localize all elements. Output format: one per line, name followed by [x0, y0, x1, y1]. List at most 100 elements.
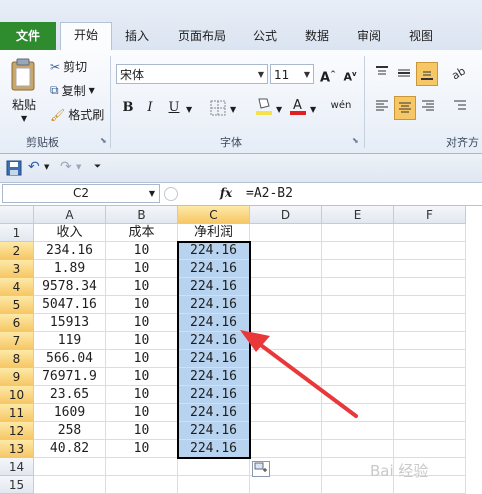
cell-d6[interactable] — [250, 314, 322, 332]
cell-f9[interactable] — [394, 368, 466, 386]
cell-b5[interactable]: 10 — [106, 296, 178, 314]
cell-a14[interactable] — [34, 458, 106, 476]
row-header-13[interactable]: 13 — [0, 440, 34, 458]
insert-function-button[interactable]: fx — [216, 184, 236, 203]
cell-a2[interactable]: 234.16 — [34, 242, 106, 260]
copy-button[interactable]: ⧉ 复制 ▼ — [50, 82, 95, 99]
tab-data[interactable]: 数据 — [298, 24, 336, 48]
align-bottom-button[interactable] — [416, 62, 438, 86]
cell-e11[interactable] — [322, 404, 394, 422]
cell-c14[interactable] — [178, 458, 250, 476]
align-middle-button[interactable] — [394, 64, 414, 84]
chevron-down-icon[interactable]: ▼ — [44, 163, 49, 171]
cell-e1[interactable] — [322, 224, 394, 242]
cell-d2[interactable] — [250, 242, 322, 260]
row-header-15[interactable]: 15 — [0, 476, 34, 494]
cell-f3[interactable] — [394, 260, 466, 278]
cell-b14[interactable] — [106, 458, 178, 476]
cell-a10[interactable]: 23.65 — [34, 386, 106, 404]
paste-button[interactable]: 粘贴 ▼ — [6, 56, 42, 124]
cell-f8[interactable] — [394, 350, 466, 368]
cell-e9[interactable] — [322, 368, 394, 386]
column-header-e[interactable]: E — [322, 206, 394, 224]
row-header-14[interactable]: 14 — [0, 458, 34, 476]
row-header-3[interactable]: 3 — [0, 260, 34, 278]
cell-b15[interactable] — [106, 476, 178, 494]
cell-f13[interactable] — [394, 440, 466, 458]
border-button[interactable] — [208, 98, 228, 118]
cell-c12[interactable]: 224.16 — [178, 422, 250, 440]
cell-a15[interactable] — [34, 476, 106, 494]
cell-e12[interactable] — [322, 422, 394, 440]
cell-c10[interactable]: 224.16 — [178, 386, 250, 404]
tab-formulas[interactable]: 公式 — [246, 24, 284, 48]
format-painter-button[interactable]: 🖌 格式刷 — [50, 106, 104, 123]
cell-a12[interactable]: 258 — [34, 422, 106, 440]
row-header-6[interactable]: 6 — [0, 314, 34, 332]
font-name-select[interactable]: 宋体 ▼ — [116, 64, 268, 84]
cell-a4[interactable]: 9578.34 — [34, 278, 106, 296]
chevron-down-icon[interactable]: ▼ — [310, 105, 316, 114]
cell-d9[interactable] — [250, 368, 322, 386]
cell-b2[interactable]: 10 — [106, 242, 178, 260]
cell-a3[interactable]: 1.89 — [34, 260, 106, 278]
phonetic-button[interactable]: wén — [326, 96, 356, 116]
row-header-2[interactable]: 2 — [0, 242, 34, 260]
cell-c6[interactable]: 224.16 — [178, 314, 250, 332]
row-header-11[interactable]: 11 — [0, 404, 34, 422]
cut-button[interactable]: ✂ 剪切 — [50, 58, 87, 75]
cell-a9[interactable]: 76971.9 — [34, 368, 106, 386]
chevron-down-icon[interactable]: ▼ — [186, 105, 192, 114]
cell-d5[interactable] — [250, 296, 322, 314]
cell-b12[interactable]: 10 — [106, 422, 178, 440]
tab-view[interactable]: 视图 — [402, 24, 440, 48]
cell-f5[interactable] — [394, 296, 466, 314]
cell-f6[interactable] — [394, 314, 466, 332]
row-header-7[interactable]: 7 — [0, 332, 34, 350]
cell-e3[interactable] — [322, 260, 394, 278]
cell-d7[interactable] — [250, 332, 322, 350]
cell-d1[interactable] — [250, 224, 322, 242]
cell-e2[interactable] — [322, 242, 394, 260]
cell-c11[interactable]: 224.16 — [178, 404, 250, 422]
fill-color-button[interactable] — [254, 96, 274, 116]
column-header-a[interactable]: A — [34, 206, 106, 224]
cell-b11[interactable]: 10 — [106, 404, 178, 422]
cell-f12[interactable] — [394, 422, 466, 440]
cell-c1[interactable]: 净利润 — [178, 224, 250, 242]
cell-d15[interactable] — [250, 476, 322, 494]
cell-b10[interactable]: 10 — [106, 386, 178, 404]
cell-c4[interactable]: 224.16 — [178, 278, 250, 296]
tab-insert[interactable]: 插入 — [118, 24, 156, 48]
tab-file[interactable]: 文件 — [0, 22, 56, 50]
cell-c2[interactable]: 224.16 — [178, 242, 250, 260]
tab-page-layout[interactable]: 页面布局 — [172, 24, 232, 48]
cell-e8[interactable] — [322, 350, 394, 368]
cell-d3[interactable] — [250, 260, 322, 278]
cell-b8[interactable]: 10 — [106, 350, 178, 368]
cell-c8[interactable]: 224.16 — [178, 350, 250, 368]
dialog-launcher-icon[interactable]: ⬊ — [352, 136, 359, 145]
cell-d8[interactable] — [250, 350, 322, 368]
cell-b9[interactable]: 10 — [106, 368, 178, 386]
column-header-b[interactable]: B — [106, 206, 178, 224]
cell-f7[interactable] — [394, 332, 466, 350]
tab-review[interactable]: 审阅 — [350, 24, 388, 48]
save-icon[interactable] — [6, 160, 22, 176]
cell-e5[interactable] — [322, 296, 394, 314]
redo-icon[interactable]: ↷ — [60, 159, 72, 175]
row-header-5[interactable]: 5 — [0, 296, 34, 314]
italic-button[interactable]: I — [140, 98, 160, 118]
cell-c13[interactable]: 224.16 — [178, 440, 250, 458]
cell-c3[interactable]: 224.16 — [178, 260, 250, 278]
row-header-12[interactable]: 12 — [0, 422, 34, 440]
align-right-button[interactable] — [418, 98, 438, 118]
cell-c5[interactable]: 224.16 — [178, 296, 250, 314]
align-top-button[interactable] — [372, 64, 392, 84]
cell-b7[interactable]: 10 — [106, 332, 178, 350]
cell-a13[interactable]: 40.82 — [34, 440, 106, 458]
font-color-button[interactable]: A — [288, 96, 308, 116]
bold-button[interactable]: B — [118, 98, 138, 118]
cell-c9[interactable]: 224.16 — [178, 368, 250, 386]
cell-e7[interactable] — [322, 332, 394, 350]
